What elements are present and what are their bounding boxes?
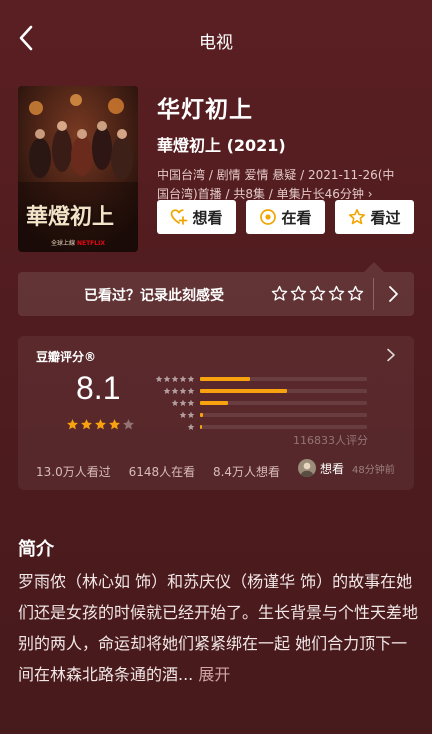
distribution-row-stars [171,399,195,407]
star-small-icon [179,387,187,395]
watched-button[interactable]: 看过 [335,200,414,234]
movie-original-title: 華燈初上 (2021) [157,136,286,155]
rate-star-icon[interactable] [328,285,345,302]
distribution-track [200,377,367,381]
want-count: 8.4万人想看 [212,465,281,479]
distribution-bar [200,413,204,417]
movie-info: 华灯初上 華燈初上 (2021) 中国台湾 / 剧情 爱情 悬疑 / 2021-… [157,90,419,204]
expand-link[interactable]: 展开 [198,665,230,684]
distribution-row [151,386,371,396]
distribution-row [151,410,371,420]
star-filled-icon [109,419,120,430]
star-small-icon [187,411,195,419]
friend-activity[interactable]: 想看 48分钟前 [298,458,395,478]
distribution-row-stars [179,411,195,419]
star-small-icon [187,399,195,407]
star-filled-icon [67,419,78,430]
intro-heading: 简介 [18,539,54,560]
distribution-track [200,413,367,417]
star-small-icon [171,399,179,407]
star-empty-icon [123,419,134,430]
watching-label: 在看 [281,208,312,227]
douban-score-card[interactable]: 豆瓣评分® 8.1 116833人评分 13.0万人看过 6148人在看 8.4… [18,336,414,490]
watch-stats: 13.0万人看过 6148人在看 8.4万人想看 [36,463,294,480]
want-label: 想看 [192,208,223,227]
star-small-icon [187,387,195,395]
star-small-icon [179,375,187,383]
distribution-row-stars [155,375,195,383]
watched-count: 13.0万人看过 [36,465,111,479]
distribution-bar [200,401,229,405]
star-small-icon [171,375,179,383]
rate-star-icon[interactable] [309,285,326,302]
movie-meta[interactable]: 中国台湾 / 剧情 爱情 悬疑 / 2021-11-26(中 国台湾)首播 / … [157,166,419,204]
star-small-icon [155,375,163,383]
star-small-icon [171,387,179,395]
top-bar: 电视 [0,0,432,78]
page-title: 电视 [199,33,233,53]
action-buttons: 想看 在看 看过 [157,200,414,234]
distribution-row-stars [163,387,195,395]
watching-button[interactable]: 在看 [246,200,325,234]
distribution-row [151,398,371,408]
star-small-icon [179,411,187,419]
rate-star-icon[interactable] [347,285,364,302]
poster-title-calligraphy: 華燈初上 [26,204,115,230]
rating-count: 116833人评分 [293,434,368,447]
score-label: 豆瓣评分® [36,350,97,364]
rate-star-icon[interactable] [290,285,307,302]
watching-count: 6148人在看 [128,465,196,479]
watched-label: 看过 [370,208,401,227]
rate-prompt[interactable]: 已看过？记录此刻感受 [18,262,414,316]
distribution-row [151,374,371,384]
star-filled-icon [81,419,92,430]
netflix-logo: NETFLIX [76,240,105,247]
star-outline-icon [349,208,366,225]
rate-prompt-text: 已看过？记录此刻感受 [84,288,224,304]
distribution-row-stars [187,423,195,431]
star-small-icon [187,423,195,431]
divider [373,278,374,310]
rate-prompt-pointer [364,262,384,272]
avatar [298,459,316,477]
want-button[interactable]: 想看 [157,200,236,234]
distribution-bar [200,425,202,429]
distribution-track [200,425,367,429]
friend-action: 想看 [320,461,345,476]
intro-body: 罗雨侬（林心如 饰）和苏庆仪（杨谨华 饰）的故事在她们还是女孩的时候就已经开始了… [18,566,418,690]
heart-plus-icon [171,209,188,225]
friend-time: 48分钟前 [352,464,395,476]
distribution-bar [200,377,251,381]
poster-footer: 全球上線 NETFLIX [18,238,138,247]
rate-stars[interactable] [271,285,364,302]
poster-image[interactable]: 華燈初上 全球上線 NETFLIX [18,86,138,252]
distribution-bar [200,389,287,393]
rate-star-icon[interactable] [271,285,288,302]
chevron-right-icon[interactable] [386,348,396,362]
star-small-icon [163,387,171,395]
score-value: 8.1 [76,370,121,406]
poster-foot-text: 全球上線 [51,240,76,247]
score-stars [66,418,135,431]
distribution-track [200,401,367,405]
star-small-icon [187,375,195,383]
star-filled-icon [95,419,106,430]
movie-title: 华灯初上 [157,97,253,123]
meta-line-1: 中国台湾 / 剧情 爱情 悬疑 / 2021-11-26(中 [157,168,395,182]
distribution-row [151,422,371,432]
star-small-icon [163,375,171,383]
star-small-icon [179,399,187,407]
distribution-track [200,389,367,393]
target-circle-icon [260,209,277,225]
chevron-right-icon[interactable] [386,285,400,303]
